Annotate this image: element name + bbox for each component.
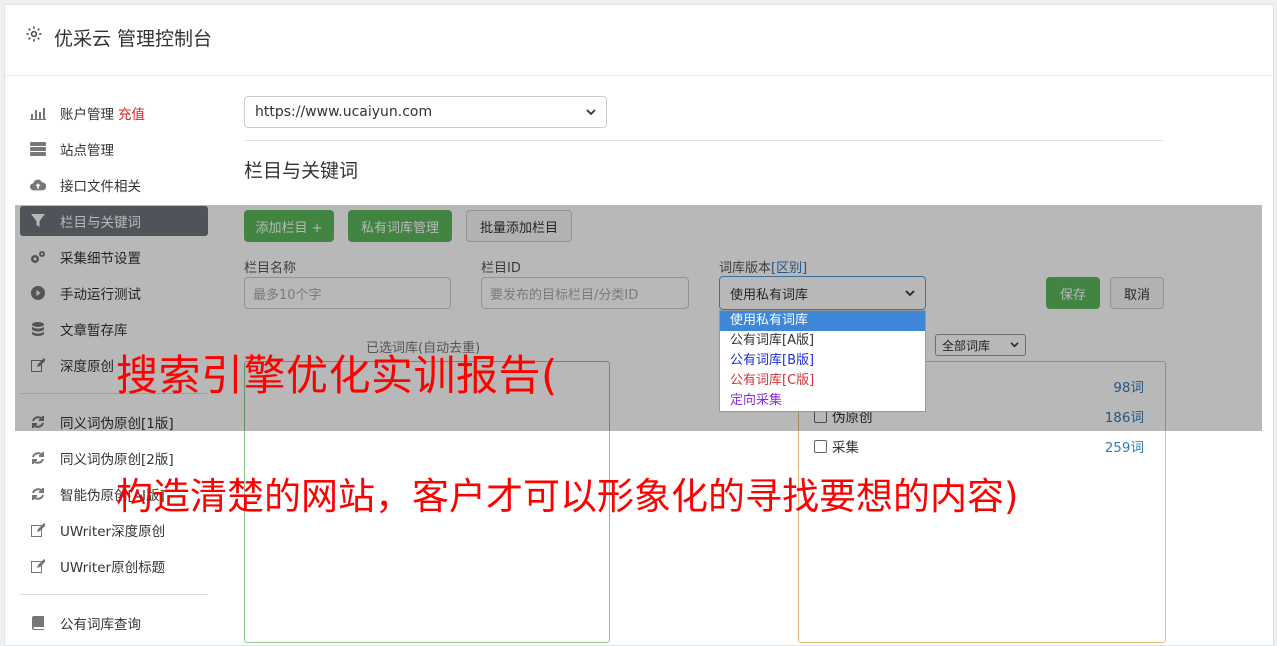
section-title: 栏目与关键词 xyxy=(244,160,359,182)
sidebar-item-sites[interactable]: 站点管理 xyxy=(20,134,208,164)
top-bar: 优采云 管理控制台 xyxy=(5,5,1273,76)
lib-checkbox[interactable] xyxy=(814,439,827,453)
dropdown-option[interactable]: 公有词库[A版] xyxy=(720,331,925,351)
gear-icon xyxy=(26,26,42,42)
refresh-icon xyxy=(30,450,46,466)
lib-name: 采集 xyxy=(832,440,859,456)
dropdown-option[interactable]: 定向采集 xyxy=(720,391,925,411)
dropdown-option[interactable]: 使用私有词库 xyxy=(720,311,925,331)
site-select-value: https://www.ucaiyun.com xyxy=(255,104,433,120)
lib-version-dropdown[interactable]: 使用私有词库 公有词库[A版] 公有词库[B版] 公有词库[C版] 定向采集 xyxy=(719,310,926,412)
refresh-icon xyxy=(30,486,46,502)
dropdown-option[interactable]: 公有词库[C版] xyxy=(720,371,925,391)
sidebar-item-api-files[interactable]: 接口文件相关 xyxy=(20,170,208,200)
dropdown-option[interactable]: 公有词库[B版] xyxy=(720,351,925,371)
chevron-down-icon xyxy=(586,108,596,115)
sidebar-item-label: 站点管理 xyxy=(60,143,114,159)
sidebar-item-label: UWriter原创标题 xyxy=(60,560,166,576)
sidebar-item-label: 同义词伪原创[2版] xyxy=(60,452,174,468)
site-select[interactable]: https://www.ucaiyun.com xyxy=(244,96,607,128)
bar-chart-icon xyxy=(30,105,46,121)
sidebar-item-uwriter-title[interactable]: UWriter原创标题 xyxy=(20,551,208,581)
sidebar-item-label: UWriter深度原创 xyxy=(60,524,166,540)
sidebar-item-label: 账户管理 xyxy=(60,107,114,123)
list-item[interactable]: 采集 259词 xyxy=(814,436,1144,456)
sidebar-item-public-lib-query[interactable]: 公有词库查询 xyxy=(20,608,208,638)
book-icon xyxy=(30,615,46,631)
sidebar-item-label: 公有词库查询 xyxy=(60,617,141,633)
sidebar-item-account[interactable]: 账户管理 充值 xyxy=(20,98,208,128)
sidebar-divider xyxy=(20,594,208,595)
section-divider xyxy=(244,140,1164,141)
edit-icon xyxy=(30,522,46,538)
watermark-line-2: 构造清楚的网站，客户才可以形象化的寻找要想的内容) xyxy=(116,475,1019,518)
recharge-link[interactable]: 充值 xyxy=(118,103,145,123)
lib-count: 259词 xyxy=(1104,440,1144,456)
server-icon xyxy=(30,141,46,157)
edit-icon xyxy=(30,558,46,574)
app-title: 优采云 管理控制台 xyxy=(54,28,213,50)
sidebar-item-label: 接口文件相关 xyxy=(60,179,141,195)
cloud-upload-icon xyxy=(30,177,46,193)
watermark-line-1: 搜索引擎优化实训报告( xyxy=(116,351,558,400)
